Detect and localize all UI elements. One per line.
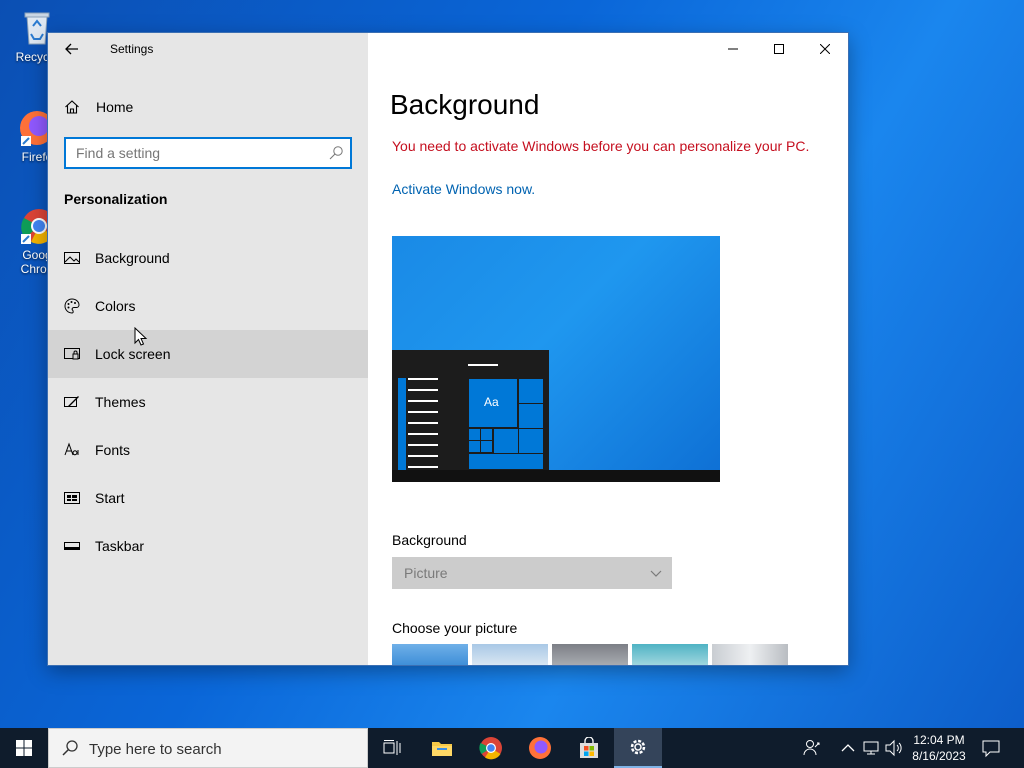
palette-icon <box>64 298 80 314</box>
system-clock[interactable]: 12:04 PM 8/16/2023 <box>906 732 972 764</box>
taskbar-icon <box>64 542 80 550</box>
mouse-cursor-icon <box>134 327 148 346</box>
store-taskbar-button[interactable] <box>565 728 613 768</box>
minimize-button[interactable] <box>710 33 756 65</box>
sidebar-item-label: Background <box>95 250 170 266</box>
sidebar-item-label: Start <box>95 490 125 506</box>
gear-icon <box>630 739 646 755</box>
chevron-down-icon <box>650 570 662 577</box>
picture-thumbnail[interactable] <box>472 644 548 665</box>
firefox-icon <box>529 737 551 759</box>
sidebar-item-label: Fonts <box>95 442 131 458</box>
chrome-icon <box>479 737 502 760</box>
fonts-icon <box>64 442 79 456</box>
activate-windows-link[interactable]: Activate Windows now. <box>392 181 535 197</box>
sidebar-item-colors[interactable]: Colors <box>48 282 368 330</box>
background-type-dropdown[interactable]: Picture <box>392 557 672 589</box>
taskbar-search-placeholder: Type here to search <box>89 741 222 758</box>
taskbar-search-box[interactable]: Type here to search <box>48 728 368 768</box>
people-icon[interactable] <box>802 738 822 758</box>
clock-date: 8/16/2023 <box>912 749 966 763</box>
window-title: Settings <box>110 42 154 56</box>
windows-logo-icon <box>16 740 32 756</box>
themes-icon <box>64 396 79 407</box>
image-icon <box>64 252 80 264</box>
picture-thumbnail[interactable] <box>552 644 628 665</box>
settings-sidebar: Settings Home Personalization Backgroun <box>48 33 368 665</box>
activation-warning: You need to activate Windows before you … <box>392 138 810 154</box>
sidebar-item-label: Lock screen <box>95 346 171 362</box>
section-title: Personalization <box>64 191 168 207</box>
background-type-value: Picture <box>404 565 448 581</box>
back-arrow-icon[interactable] <box>62 39 82 59</box>
start-icon <box>64 492 80 504</box>
close-icon <box>820 44 830 54</box>
minimize-icon <box>728 48 738 50</box>
choose-picture-label: Choose your picture <box>392 620 518 636</box>
home-icon <box>65 100 79 114</box>
sidebar-item-fonts[interactable]: Fonts <box>48 426 368 474</box>
find-setting-search[interactable] <box>64 137 352 169</box>
chrome-taskbar-button[interactable] <box>467 728 515 768</box>
task-view-icon <box>383 740 401 755</box>
sidebar-item-themes[interactable]: Themes <box>48 378 368 426</box>
preview-sample-text: Aa <box>484 395 499 409</box>
picture-thumbnails <box>392 644 788 665</box>
lock-screen-icon <box>64 348 80 360</box>
chevron-up-icon[interactable] <box>838 738 858 758</box>
notifications-icon[interactable] <box>981 738 1001 758</box>
search-icon <box>62 740 78 756</box>
personalization-nav-list: Background Colors Lock screen Themes Fon… <box>48 234 368 570</box>
title-bar[interactable]: Settings <box>48 33 368 65</box>
find-setting-input[interactable] <box>66 139 316 167</box>
background-preview: Aa <box>392 236 720 482</box>
close-button[interactable] <box>802 33 848 65</box>
page-title: Background <box>390 89 540 120</box>
network-icon[interactable] <box>862 738 882 758</box>
picture-thumbnail[interactable] <box>712 644 788 665</box>
settings-taskbar-button[interactable] <box>614 728 662 768</box>
preview-menu-lines <box>408 378 438 477</box>
sidebar-item-taskbar[interactable]: Taskbar <box>48 522 368 570</box>
search-icon <box>329 146 343 160</box>
sidebar-item-background[interactable]: Background <box>48 234 368 282</box>
sidebar-item-lock-screen[interactable]: Lock screen <box>48 330 368 378</box>
content-pane: Background You need to activate Windows … <box>368 33 848 665</box>
picture-thumbnail[interactable] <box>392 644 468 665</box>
sidebar-item-start[interactable]: Start <box>48 474 368 522</box>
folder-icon <box>432 742 452 756</box>
file-explorer-button[interactable] <box>418 728 466 768</box>
maximize-icon <box>774 44 784 54</box>
window-controls <box>710 33 848 65</box>
volume-icon[interactable] <box>884 738 904 758</box>
clock-time: 12:04 PM <box>913 733 965 747</box>
maximize-button[interactable] <box>756 33 802 65</box>
sidebar-item-label: Themes <box>95 394 146 410</box>
settings-window: Settings Home Personalization Backgroun <box>48 33 848 665</box>
preview-taskbar <box>392 470 720 482</box>
preview-start-menu: Aa <box>392 350 549 470</box>
preview-tile-header <box>468 364 498 366</box>
sidebar-item-label: Taskbar <box>95 538 145 554</box>
picture-thumbnail[interactable] <box>632 644 708 665</box>
home-label: Home <box>96 99 134 115</box>
background-type-label: Background <box>392 532 467 548</box>
preview-left-column <box>398 378 406 470</box>
home-nav-item[interactable]: Home <box>48 89 368 125</box>
firefox-taskbar-button[interactable] <box>516 728 564 768</box>
task-view-button[interactable] <box>368 728 416 768</box>
preview-tiles: Aa <box>468 378 544 470</box>
taskbar: Type here to search 12:04 PM 8/16/2023 <box>0 728 1024 768</box>
store-bag-icon <box>580 737 598 758</box>
sidebar-item-label: Colors <box>95 298 136 314</box>
start-button[interactable] <box>0 728 48 768</box>
